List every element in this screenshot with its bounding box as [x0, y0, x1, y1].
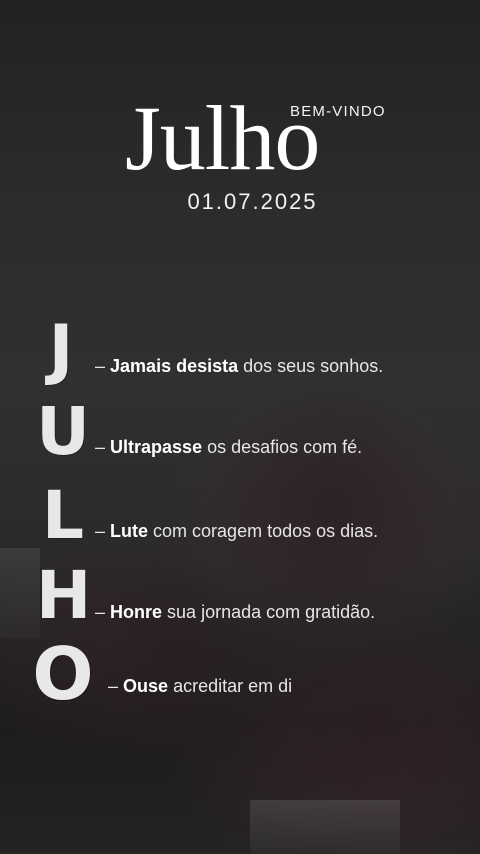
acrostic-row-j: J – Jamais desista dos seus sonhos.: [0, 311, 480, 400]
date-label: 01.07.2025: [187, 189, 318, 214]
acrostic-row-u: U – Ultrapasse os desafios com fé.: [0, 393, 480, 482]
acrostic-text: – Jamais desista dos seus sonhos.: [95, 356, 384, 376]
welcome-label: BEM-VINDO: [290, 103, 386, 120]
acrostic-letter: J: [48, 311, 74, 388]
acrostic-letter: L: [41, 477, 85, 554]
acrostic-text: – Lute com coragem todos os dias.: [95, 521, 379, 541]
acrostic-text: – Ultrapasse os desafios com fé.: [95, 437, 363, 457]
header: Julho BEM-VINDO 01.07.2025: [0, 0, 480, 230]
acrostic-row-l: L – Lute com coragem todos os dias.: [0, 477, 480, 566]
acrostic-letter: O: [32, 632, 94, 716]
acrostic-text: – Ouse acreditar em di: [108, 676, 293, 696]
acrostic-letter: H: [36, 557, 92, 634]
acrostic-text: – Honre sua jornada com gratidão.: [95, 602, 376, 622]
acrostic-row-o: O – Ouse acreditar em di: [0, 632, 480, 716]
acrostic-letter: U: [36, 393, 90, 470]
